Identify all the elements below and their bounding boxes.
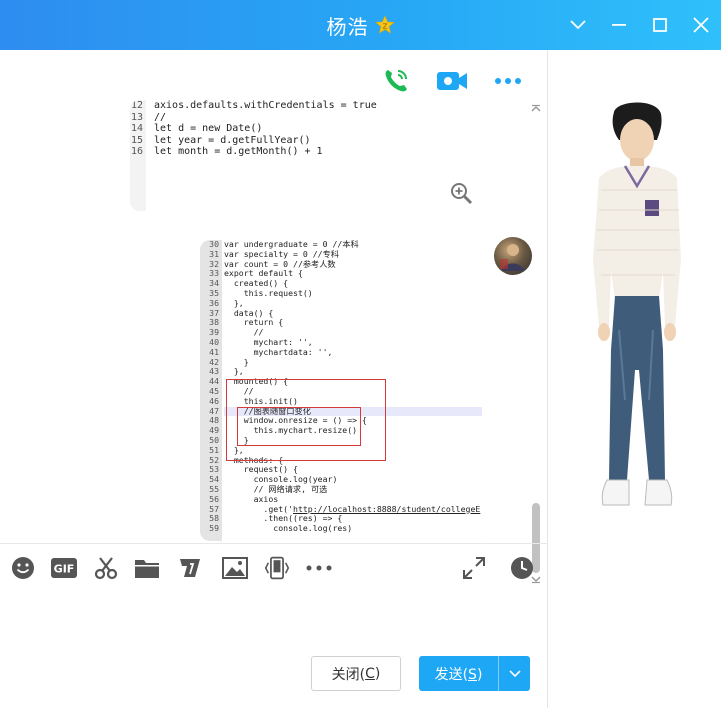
shake-button[interactable]: [177, 555, 203, 581]
video-icon: [437, 72, 467, 90]
line-number-gutter: 12 13 14 15 16: [130, 100, 146, 211]
line-number: 59: [209, 523, 219, 534]
message-image-2[interactable]: 30 31 32 33 34 35 36 37 38 39 40 41 42 43 44 45 46 47 48 49…: [200, 240, 482, 541]
message-area: 12 13 14 15 16 axios.defaults.withCredential…: [0, 100, 548, 592]
more-button[interactable]: [491, 65, 525, 97]
message-input[interactable]: 关闭(C) 发送(S): [0, 591, 548, 708]
code-line: console.log(res): [224, 523, 353, 534]
gif-button[interactable]: GIF: [51, 555, 77, 581]
code-line: this.request(): [224, 287, 313, 298]
emoji-button[interactable]: [10, 555, 36, 581]
input-toolbar: GIF: [0, 543, 548, 591]
message-image-1[interactable]: 12 13 14 15 16 axios.defaults.withCredential…: [130, 100, 481, 211]
video-call-button[interactable]: [435, 65, 469, 97]
code-line: let year = d.getFullYear(): [154, 134, 311, 146]
line-number: 16: [130, 146, 143, 157]
code-lines: var undergraduate = 0 //本科 var specialty …: [224, 240, 482, 534]
chevron-down-icon: [508, 669, 521, 677]
message-scrollbar[interactable]: [529, 100, 543, 584]
history-icon: [511, 557, 533, 579]
phone-icon: [385, 70, 407, 92]
more-tools-icon: [306, 565, 332, 571]
minimize-icon: [611, 24, 626, 26]
more-tools-button[interactable]: [306, 555, 332, 581]
close-shortcut-key: C: [365, 665, 375, 682]
gif-icon: GIF: [51, 558, 77, 578]
collapse-button[interactable]: [557, 0, 598, 50]
file-button[interactable]: [134, 555, 160, 581]
send-button[interactable]: 发送(S): [419, 656, 530, 691]
close-label-tail: ): [374, 665, 381, 682]
svg-text:GIF: GIF: [54, 563, 75, 576]
scroll-up-icon[interactable]: [531, 104, 541, 114]
folder-icon: [135, 560, 159, 578]
call-bar: [379, 65, 525, 97]
emoji-icon: [12, 557, 34, 579]
screenshot-button[interactable]: [93, 555, 119, 581]
code-line: //: [154, 111, 167, 123]
code-lines: axios.defaults.withCredentials = true//l…: [154, 100, 481, 158]
code-line: }: [224, 434, 249, 445]
line-number: 14: [130, 123, 143, 134]
code-line: this.mychart.resize(): [224, 425, 358, 436]
code-snippet-2: 30 31 32 33 34 35 36 37 38 39 40 41 42 43 44 45 46 47 48 49…: [200, 240, 482, 541]
zoom-in-icon[interactable]: [449, 181, 473, 205]
line-number-gutter: 30 31 32 33 34 35 36 37 38 39 40 41 42 43 44 45 46 47 48 49…: [200, 240, 222, 541]
expand-icon: [463, 557, 485, 579]
shake-icon: [180, 559, 200, 577]
screen-share-icon: [264, 556, 290, 580]
code-line: mounted() {: [224, 376, 289, 387]
window-title: 杨浩: [326, 14, 369, 39]
close-button[interactable]: [680, 0, 721, 50]
code-link: http://localhost:8888/student/collegeE: [293, 503, 481, 514]
svg-text:Z: Z: [382, 23, 387, 31]
more-icon: [495, 78, 521, 84]
send-shortcut-key: S: [468, 666, 477, 683]
close-icon: [692, 17, 709, 33]
line-number: 15: [130, 134, 143, 146]
send-label-tail: ): [476, 666, 483, 683]
contact-show-panel: [549, 50, 721, 708]
vip-badge-icon: Z: [374, 15, 395, 34]
send-options-button[interactable]: [499, 656, 530, 691]
title-bar: 杨浩 Z: [0, 0, 721, 50]
line-number: 12: [130, 100, 143, 111]
scissors-icon: [94, 557, 118, 580]
maximize-icon: [652, 18, 667, 32]
maximize-button[interactable]: [639, 0, 680, 50]
image-icon: [222, 557, 248, 579]
close-label: 关闭(: [331, 666, 366, 683]
line-number: 13: [130, 111, 143, 123]
code-snippet-1: 12 13 14 15 16 axios.defaults.withCredential…: [130, 100, 481, 211]
avatar[interactable]: [494, 237, 532, 275]
code-line: mychartdata: '',: [224, 346, 333, 357]
screen-share-button[interactable]: [264, 555, 290, 581]
contact-show-figure: [593, 102, 681, 506]
chevron-down-icon: [569, 20, 586, 30]
chat-pane: 12 13 14 15 16 axios.defaults.withCredential…: [0, 50, 548, 708]
code-line: let d = new Date(): [154, 123, 263, 134]
voice-call-button[interactable]: [379, 65, 413, 97]
expand-button[interactable]: [461, 555, 487, 581]
window-controls: [557, 0, 721, 50]
history-button[interactable]: [509, 555, 535, 581]
code-line: let month = d.getMonth() + 1: [154, 146, 323, 157]
code-line: axios.defaults.withCredentials = true: [154, 100, 377, 111]
close-chat-button[interactable]: 关闭(C): [311, 656, 401, 691]
minimize-button[interactable]: [598, 0, 639, 50]
image-button[interactable]: [222, 555, 248, 581]
code-line: }: [224, 356, 249, 367]
avatar-image: [500, 244, 524, 271]
send-label: 发送(: [434, 666, 469, 683]
send-label-wrap: 发送(S): [419, 664, 498, 684]
